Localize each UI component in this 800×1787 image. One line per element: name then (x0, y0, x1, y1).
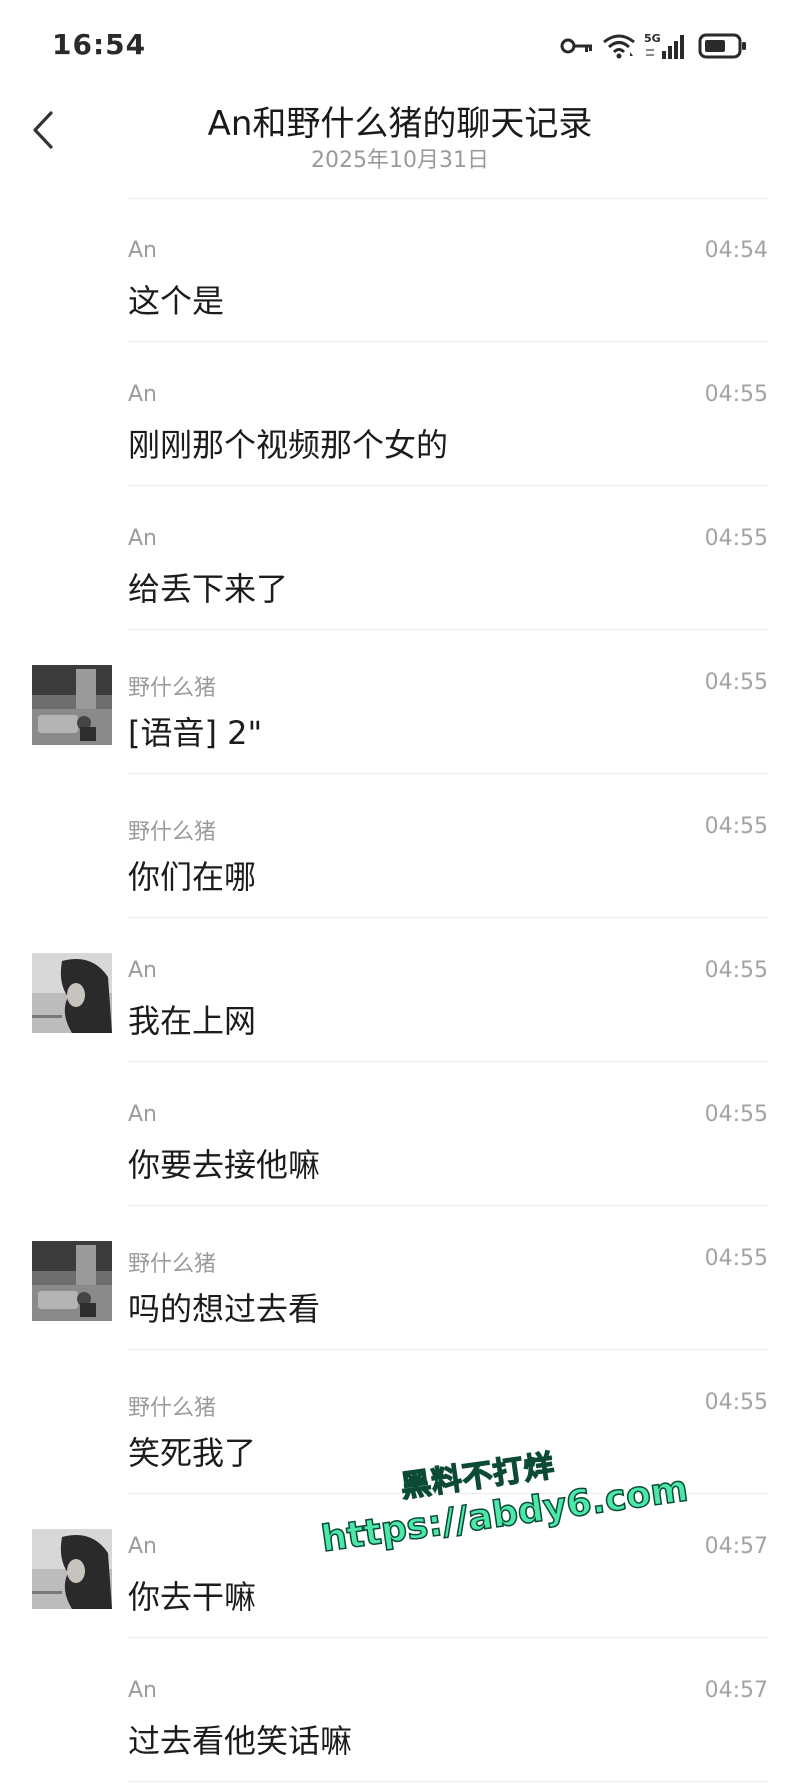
signal-5g-icon: 5G (644, 31, 690, 61)
message-time: 04:55 (704, 1246, 768, 1271)
message-text: [语音] 2" (128, 714, 263, 752)
message-text: 刚刚那个视频那个女的 (128, 426, 449, 464)
message-row[interactable]: An 04:55 给丢下来了 (0, 486, 800, 630)
svg-text:5G: 5G (644, 32, 661, 45)
message-time: 04:55 (704, 958, 768, 983)
message-sender: 野什么猪 (128, 820, 217, 845)
avatar[interactable] (32, 953, 112, 1033)
message-text: 你们在哪 (128, 858, 257, 896)
message-row[interactable]: An 04:54 这个是 (0, 198, 800, 342)
message-text: 我在上网 (128, 1002, 257, 1040)
chat-history-header: An和野什么猪的聊天记录 2025年10月31日 (0, 92, 800, 202)
message-time: 04:55 (704, 1102, 768, 1127)
message-row[interactable]: An 04:55 我在上网 (0, 918, 800, 1062)
avatar[interactable] (32, 1529, 112, 1609)
message-time: 04:55 (704, 526, 768, 551)
message-row[interactable]: 野什么猪 04:55 [语音] 2" (0, 630, 800, 774)
message-text: 过去看他笑话嘛 (128, 1722, 353, 1760)
status-bar: 16:54 5G (0, 0, 800, 92)
battery-icon (698, 32, 748, 60)
message-sender: An (128, 1678, 157, 1703)
message-text: 这个是 (128, 282, 225, 320)
message-time: 04:54 (704, 238, 768, 263)
message-text: 给丢下来了 (128, 570, 289, 608)
message-sender: 野什么猪 (128, 1396, 217, 1421)
key-icon (560, 36, 594, 56)
message-time: 04:55 (704, 814, 768, 839)
avatar[interactable] (32, 665, 112, 745)
message-row[interactable]: An 04:57 你去干嘛 (0, 1494, 800, 1638)
divider (128, 1781, 768, 1782)
status-time: 16:54 (52, 28, 147, 61)
message-sender: An (128, 958, 157, 983)
message-time: 04:57 (704, 1534, 768, 1559)
message-sender: An (128, 1102, 157, 1127)
message-sender: An (128, 382, 157, 407)
message-text: 你去干嘛 (128, 1578, 257, 1616)
status-icons: 5G (560, 30, 748, 62)
message-time: 04:55 (704, 1390, 768, 1415)
wifi-icon (602, 32, 636, 60)
message-text: 你要去接他嘛 (128, 1146, 321, 1184)
message-sender: An (128, 1534, 157, 1559)
message-text: 吗的想过去看 (128, 1290, 321, 1328)
avatar[interactable] (32, 1241, 112, 1321)
message-sender: An (128, 526, 157, 551)
page-title: An和野什么猪的聊天记录 (207, 104, 593, 144)
message-row[interactable]: 野什么猪 04:55 你们在哪 (0, 774, 800, 918)
message-time: 04:57 (704, 1678, 768, 1703)
message-row[interactable]: An 04:57 过去看他笑话嘛 (0, 1638, 800, 1782)
message-row[interactable]: 野什么猪 04:55 笑死我了 (0, 1350, 800, 1494)
message-time: 04:55 (704, 670, 768, 695)
message-sender: 野什么猪 (128, 1252, 217, 1277)
message-text: 笑死我了 (128, 1434, 257, 1472)
message-time: 04:55 (704, 382, 768, 407)
message-row[interactable]: 野什么猪 04:55 吗的想过去看 (0, 1206, 800, 1350)
message-sender: 野什么猪 (128, 676, 217, 701)
message-sender: An (128, 238, 157, 263)
message-row[interactable]: An 04:55 你要去接他嘛 (0, 1062, 800, 1206)
page-date: 2025年10月31日 (311, 148, 489, 173)
message-row[interactable]: An 04:55 刚刚那个视频那个女的 (0, 342, 800, 486)
